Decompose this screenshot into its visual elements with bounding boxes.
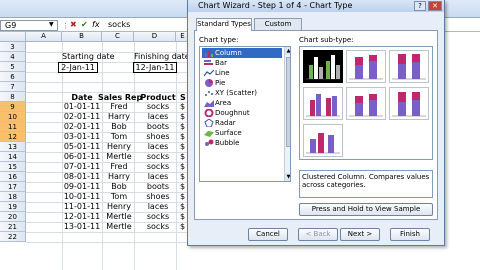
insert-function-icon[interactable]: fx xyxy=(92,20,100,30)
surface-chart-icon xyxy=(204,129,214,137)
name-box-dropdown-icon[interactable]: ▼ xyxy=(49,21,54,28)
chart-type-label-text: Pie xyxy=(215,79,226,87)
formula-input[interactable]: socks xyxy=(108,20,130,30)
row-header[interactable]: 7 xyxy=(0,82,26,92)
chart-type-item[interactable]: Column xyxy=(202,48,282,58)
chart-type-label-text: Doughnut xyxy=(215,109,250,117)
row-header[interactable]: 8 xyxy=(0,92,26,102)
row-header[interactable]: 15 xyxy=(0,162,26,172)
column-chart-icon xyxy=(204,49,214,57)
cell-product[interactable]: socks xyxy=(140,221,176,232)
row-header[interactable]: 21 xyxy=(0,222,26,232)
area-chart-icon xyxy=(204,99,214,107)
subtype-description: Clustered Column. Compares values across… xyxy=(299,170,433,198)
chart-type-item[interactable]: XY (Scatter) xyxy=(202,88,282,98)
preview-sample-button[interactable]: Press and Hold to View Sample xyxy=(299,203,433,216)
excel-window: G9 ▼ ⋮ ✖ ✔ fx socks A B C D E 3 4 5 6 7 … xyxy=(0,0,480,270)
subtype-option[interactable] xyxy=(389,87,429,120)
chart-type-item[interactable]: Line xyxy=(202,68,282,78)
row-header[interactable]: 13 xyxy=(0,142,26,152)
row-header[interactable]: 10 xyxy=(0,112,26,122)
next-button[interactable]: Next > xyxy=(340,228,380,241)
scroll-up-icon[interactable]: ▲ xyxy=(285,47,290,55)
pie-chart-icon xyxy=(204,79,214,87)
chart-subtype-label: Chart sub-type: xyxy=(299,36,354,44)
chart-type-label-text: XY (Scatter) xyxy=(215,89,258,97)
tab-standard-types[interactable]: Standard Types xyxy=(196,18,252,31)
row-header[interactable]: 9 xyxy=(0,102,26,112)
column-header-a[interactable]: A xyxy=(26,32,62,42)
finish-button[interactable]: Finish xyxy=(390,228,430,241)
radar-chart-icon xyxy=(204,118,214,128)
finishing-date-label: Finishing date xyxy=(134,52,190,61)
cell-date[interactable]: 13-01-11 xyxy=(62,221,102,232)
bubble-chart-icon xyxy=(204,139,214,147)
column-header-d[interactable]: D xyxy=(134,32,176,42)
row-header[interactable]: 5 xyxy=(0,62,26,72)
chart-type-label-text: Line xyxy=(215,69,230,77)
chart-wizard-dialog: Chart Wizard - Step 1 of 4 - Chart Type … xyxy=(187,0,445,246)
finishing-date-cell[interactable]: 12-Jan-11 xyxy=(133,62,177,73)
subtype-option[interactable] xyxy=(303,87,343,120)
cancel-entry-icon[interactable]: ✖ xyxy=(70,20,77,30)
chart-type-item[interactable]: Doughnut xyxy=(202,108,282,118)
scatter-chart-icon xyxy=(204,89,214,97)
enter-entry-icon[interactable]: ✔ xyxy=(81,20,88,30)
tab-custom-types[interactable]: Custom Types xyxy=(254,18,302,39)
row-header[interactable]: 22 xyxy=(0,232,26,242)
back-button[interactable]: < Back xyxy=(298,228,338,241)
row-header[interactable]: 4 xyxy=(0,52,26,62)
bar-chart-icon xyxy=(204,59,214,67)
row-header[interactable]: 11 xyxy=(0,122,26,132)
help-icon[interactable]: ? xyxy=(414,1,426,11)
row-header[interactable]: 19 xyxy=(0,202,26,212)
line-chart-icon xyxy=(203,69,215,77)
starting-date-label: Starting date xyxy=(62,52,115,61)
row-header[interactable]: 17 xyxy=(0,182,26,192)
row-header[interactable]: 3 xyxy=(0,42,26,52)
scroll-down-icon[interactable]: ▼ xyxy=(285,173,290,181)
row-header[interactable]: 6 xyxy=(0,72,26,82)
chart-type-label-text: Bubble xyxy=(215,139,240,147)
subtype-clustered-column[interactable] xyxy=(303,50,343,83)
chart-type-label-text: Surface xyxy=(215,129,242,137)
subtype-option[interactable] xyxy=(346,87,386,120)
chart-type-label-text: Column xyxy=(215,49,242,57)
row-header[interactable]: 16 xyxy=(0,172,26,182)
row-header[interactable]: 14 xyxy=(0,152,26,162)
chart-type-item[interactable]: Bubble xyxy=(202,138,282,148)
chart-type-label-text: Area xyxy=(215,99,232,107)
chart-type-label: Chart type: xyxy=(199,36,239,44)
cell-sales-rep[interactable]: Mertle xyxy=(98,221,140,232)
column-header-c[interactable]: C xyxy=(102,32,134,42)
formula-bar-grip-icon: ⋮ xyxy=(62,22,69,30)
chart-type-label-text: Bar xyxy=(215,59,227,67)
chart-type-item[interactable]: Bar xyxy=(202,58,282,68)
scroll-thumb[interactable] xyxy=(286,57,290,147)
subtype-option[interactable] xyxy=(346,50,386,83)
chart-type-list[interactable]: Column Bar Line Pie XY (Scatter) Area Doughnut… xyxy=(199,46,291,182)
row-header[interactable]: 12 xyxy=(0,132,26,142)
select-all-corner[interactable] xyxy=(0,32,26,42)
chart-type-item[interactable]: Pie xyxy=(202,78,282,88)
standard-types-pane: Chart type: Chart sub-type: Column Bar Lin… xyxy=(194,30,438,220)
chart-type-scrollbar[interactable]: ▲ ▼ xyxy=(284,47,290,181)
chart-type-item[interactable]: Surface xyxy=(202,128,282,138)
chart-type-label-text: Radar xyxy=(215,119,236,127)
chart-type-item[interactable]: Radar xyxy=(202,118,282,128)
close-icon[interactable]: ✕ xyxy=(428,1,442,11)
subtype-option[interactable] xyxy=(303,124,343,157)
subtype-option[interactable] xyxy=(389,50,429,83)
column-header-b[interactable]: B xyxy=(62,32,102,42)
starting-date-cell[interactable]: 2-Jan-11 xyxy=(58,62,98,73)
chart-subtype-grid xyxy=(299,46,433,160)
row-header[interactable]: 18 xyxy=(0,192,26,202)
dialog-title[interactable]: Chart Wizard - Step 1 of 4 - Chart Type xyxy=(188,0,444,12)
cancel-button[interactable]: Cancel xyxy=(248,228,288,241)
doughnut-chart-icon xyxy=(204,108,214,118)
chart-type-item[interactable]: Area xyxy=(202,98,282,108)
row-header[interactable]: 20 xyxy=(0,212,26,222)
